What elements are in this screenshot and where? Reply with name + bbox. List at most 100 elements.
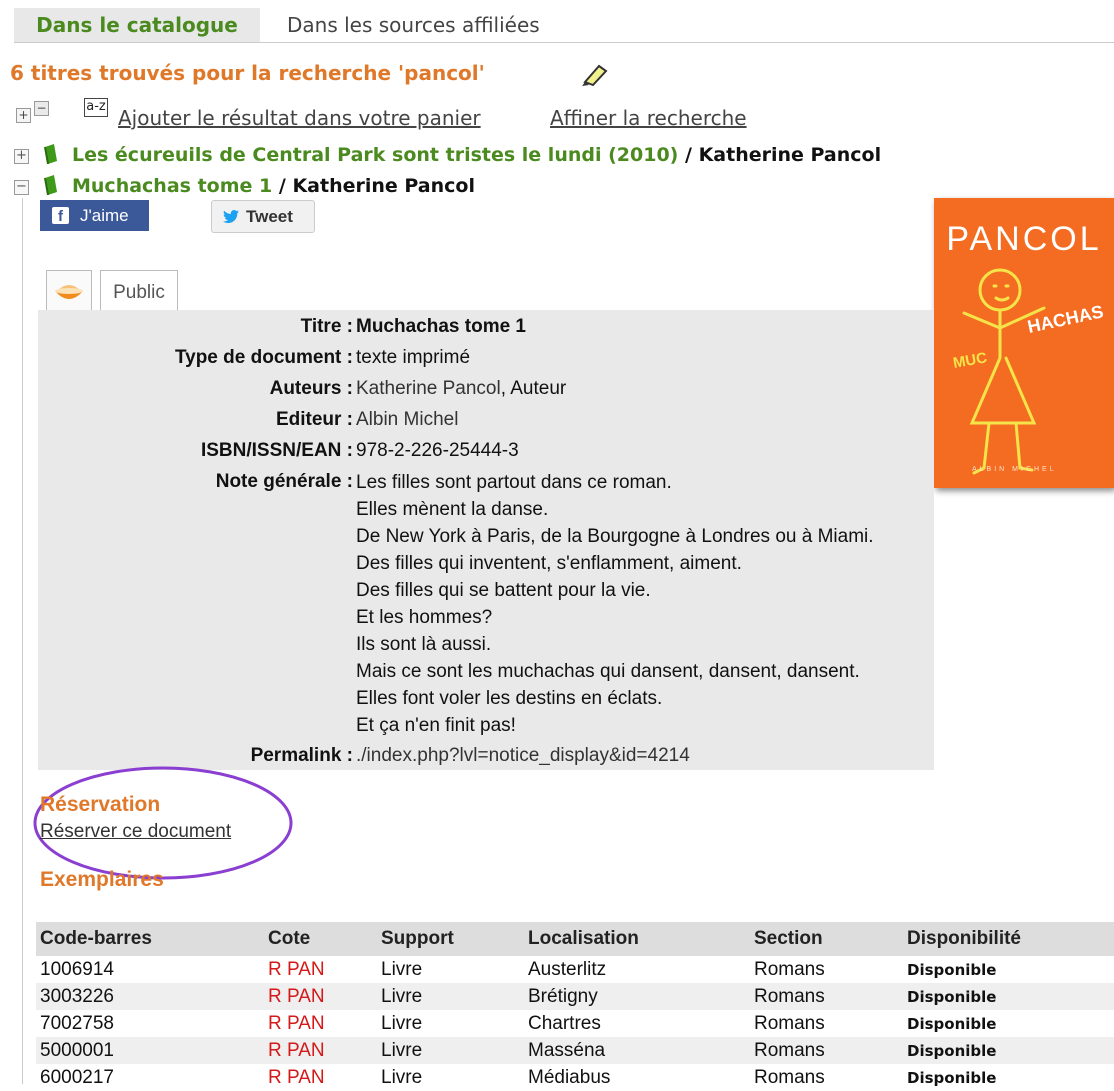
location-cell: Brétigny <box>524 983 750 1010</box>
results-title: 6 titres trouvés pour la recherche 'panc… <box>10 61 485 85</box>
section-cell: Romans <box>754 1066 825 1088</box>
availability-cell: Disponible <box>903 983 1114 1010</box>
support-cell: Livre <box>377 1037 524 1064</box>
cover-illustration: HACHAS MUC ALBIN MICHEL <box>952 268 1105 475</box>
svg-text:ALBIN MICHEL: ALBIN MICHEL <box>972 466 1057 473</box>
availability-cell: Disponible <box>907 1014 997 1033</box>
facebook-icon: f <box>52 207 69 225</box>
book-icon <box>44 175 57 195</box>
highlight-icon[interactable] <box>579 60 609 88</box>
field-value: Muchachas tome 1 <box>356 316 526 337</box>
tab-isbd[interactable] <box>46 270 92 311</box>
field-publisher: Editeur : Albin Michel <box>38 409 938 439</box>
support-cell: Livre <box>381 1066 423 1088</box>
field-label: Auteurs : <box>269 378 353 399</box>
cote-cell: R PAN <box>268 958 325 980</box>
field-general-note: Note générale : Les filles sont partout … <box>38 471 938 771</box>
add-to-basket-link[interactable]: Ajouter le résultat dans votre panier <box>118 106 481 130</box>
field-label: ISBN/ISSN/EAN : <box>200 440 353 461</box>
tweet-label: Tweet <box>246 207 293 226</box>
barcode-cell: 3003226 <box>36 983 264 1010</box>
facebook-like-button[interactable]: f J'aime <box>40 200 149 231</box>
sort-icon[interactable]: a-z <box>84 98 108 117</box>
record-row: − Muchachas tome 1 / Katherine Pancol <box>14 175 1014 203</box>
support-cell: Livre <box>377 983 524 1010</box>
record-author: / Katherine Pancol <box>278 175 475 197</box>
table-row: 5000001 R PAN Livre Masséna Romans Dispo… <box>36 1037 1114 1064</box>
svg-text:MUC: MUC <box>952 349 989 372</box>
table-header-row: Code-barres Cote Support Localisation Se… <box>36 922 1114 956</box>
field-value: 978-2-226-25444-3 <box>356 440 519 461</box>
book-cover-image: PANCOL HACHAS MUC ALBIN MICHEL <box>934 198 1114 488</box>
table-row: 1006914 R PAN Livre Austerlitz Romans Di… <box>36 956 1114 983</box>
record-author: / Katherine Pancol <box>684 144 882 166</box>
notice-panel: Titre : Muchachas tome 1 Type de documen… <box>38 310 934 770</box>
collapse-all-icon[interactable]: − <box>34 101 49 116</box>
field-document-type: Type de document : texte imprimé <box>38 347 938 377</box>
barcode-cell: 1006914 <box>40 958 114 980</box>
table-row: 3003226 R PAN Livre Brétigny Romans Disp… <box>36 983 1114 1010</box>
table-row: 7002758 R PAN Livre Chartres Romans Disp… <box>36 1010 1114 1037</box>
column-header: Localisation <box>524 922 750 956</box>
column-header: Disponibilité <box>903 922 1114 956</box>
barcode-cell: 5000001 <box>36 1037 264 1064</box>
field-label: Note générale : <box>215 471 353 492</box>
cote-cell: R PAN <box>264 1037 377 1064</box>
tab-catalogue[interactable]: Dans le catalogue <box>14 8 260 42</box>
tab-affiliated-sources[interactable]: Dans les sources affiliées <box>287 8 540 42</box>
search-scope-tabs: Dans le catalogue Dans les sources affil… <box>14 8 1114 43</box>
reservation-heading: Réservation <box>40 793 161 816</box>
location-cell: Austerlitz <box>528 958 607 980</box>
author-link[interactable]: Katherine Pancol <box>356 378 501 399</box>
cover-author-text: PANCOL <box>946 220 1102 258</box>
copies-table: Code-barres Cote Support Localisation Se… <box>36 922 1114 1091</box>
refine-search-link[interactable]: Affiner la recherche <box>550 106 747 130</box>
reserve-document-link[interactable]: Réserver ce document <box>40 821 231 843</box>
location-cell: Médiabus <box>528 1066 611 1088</box>
availability-cell: Disponible <box>903 1037 1114 1064</box>
field-authors: Auteurs : Katherine Pancol, Auteur <box>38 378 938 408</box>
publisher-link[interactable]: Albin Michel <box>356 409 458 430</box>
tweet-button[interactable]: Tweet <box>211 200 315 233</box>
support-cell: Livre <box>381 958 423 980</box>
copies-heading: Exemplaires <box>40 868 164 891</box>
availability-cell: Disponible <box>907 960 997 979</box>
permalink-link[interactable]: ./index.php?lvl=notice_display&id=4214 <box>356 745 690 766</box>
barcode-cell: 6000217 <box>40 1066 114 1088</box>
results-toolbar: + − a-z Ajouter le résultat dans votre p… <box>14 98 814 130</box>
record-row: + Les écureuils de Central Park sont tri… <box>14 144 1014 172</box>
section-cell: Romans <box>754 958 825 980</box>
section-cell: Romans <box>754 1012 825 1034</box>
table-row: 6000217 R PAN Livre Médiabus Romans Disp… <box>36 1064 1114 1091</box>
field-label: Editeur : <box>275 409 353 430</box>
field-isbn: ISBN/ISSN/EAN : 978-2-226-25444-3 <box>38 440 938 470</box>
column-header: Cote <box>264 922 377 956</box>
expand-all-icon[interactable]: + <box>16 108 31 123</box>
record-title-link[interactable]: Les écureuils de Central Park sont trist… <box>72 144 881 166</box>
section-cell: Romans <box>750 983 903 1010</box>
column-header: Support <box>377 922 524 956</box>
book-icon <box>44 144 57 164</box>
tab-public[interactable]: Public <box>100 270 178 311</box>
like-label: J'aime <box>80 206 129 225</box>
svg-text:HACHAS: HACHAS <box>1026 301 1105 337</box>
field-label: Titre : <box>300 316 353 337</box>
barcode-cell: 7002758 <box>40 1012 114 1034</box>
location-cell: Masséna <box>524 1037 750 1064</box>
location-cell: Chartres <box>528 1012 601 1034</box>
twitter-icon <box>223 210 239 223</box>
general-note-text: Les filles sont partout dans ce roman. E… <box>356 472 874 736</box>
record-detail-border <box>22 198 23 1084</box>
cote-cell: R PAN <box>268 1012 325 1034</box>
availability-cell: Disponible <box>907 1068 997 1087</box>
collapse-record-icon[interactable]: − <box>14 180 29 195</box>
field-title: Titre : Muchachas tome 1 <box>38 316 938 346</box>
support-cell: Livre <box>381 1012 423 1034</box>
column-header: Code-barres <box>36 922 264 956</box>
author-role: , Auteur <box>500 378 567 399</box>
expand-record-icon[interactable]: + <box>14 149 29 164</box>
section-cell: Romans <box>750 1037 903 1064</box>
record-title-link[interactable]: Muchachas tome 1 / Katherine Pancol <box>72 175 475 197</box>
field-label: Type de document : <box>174 347 353 368</box>
bowl-icon <box>55 285 83 299</box>
